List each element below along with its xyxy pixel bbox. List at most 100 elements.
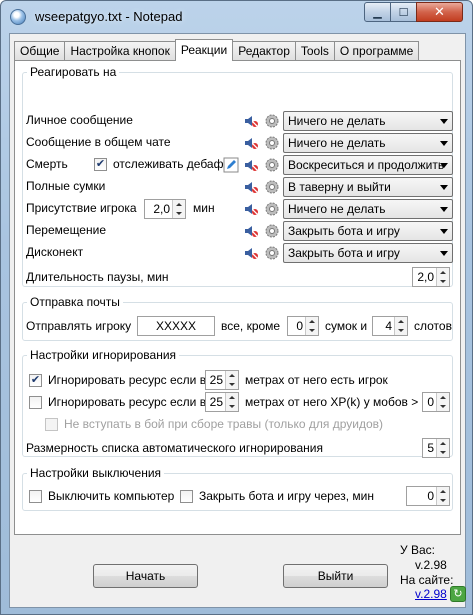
gear-icon[interactable] [264, 245, 280, 261]
spin-arrows-icon[interactable] [394, 317, 407, 335]
chevron-down-icon [440, 251, 448, 256]
refresh-icon[interactable]: ↻ [450, 586, 466, 602]
full-bags-label: Полные сумки [26, 179, 106, 193]
gear-icon[interactable] [264, 113, 280, 129]
mob-xp-spinner[interactable]: 0 [422, 392, 450, 412]
disconnect-label: Дисконект [26, 245, 84, 259]
shutdown-pc-label: Выключить компьютер [48, 489, 175, 503]
start-button[interactable]: Начать [93, 564, 198, 588]
current-version: v.2.98 [415, 558, 447, 572]
chevron-down-icon [440, 207, 448, 212]
mob-xp-value: 0 [427, 395, 434, 409]
disconnect-action-select[interactable]: Закрыть бота и игру [283, 243, 453, 263]
full-bags-action-select[interactable]: В таверну и выйти [283, 177, 453, 197]
spin-arrows-icon[interactable] [436, 268, 449, 286]
no-combat-herbs-label: Не вступать в бой при сборе травы (тольк… [64, 417, 383, 431]
ignore-legend: Настройки игнорирования [30, 348, 177, 362]
private-message-label: Личное сообщение [26, 113, 133, 127]
sound-mute-icon[interactable] [243, 245, 259, 261]
spin-arrows-icon[interactable] [436, 487, 449, 505]
spin-arrows-icon[interactable] [305, 317, 318, 335]
pause-spinner[interactable]: 2,0 [412, 267, 450, 287]
gear-icon[interactable] [264, 157, 280, 173]
shutdown-pc-checkbox[interactable] [29, 490, 42, 503]
player-presence-value: 2,0 [153, 202, 170, 216]
select-value: Ничего не делать [288, 202, 386, 216]
sound-mute-icon[interactable] [243, 201, 259, 217]
mail-legend: Отправка почты [30, 295, 120, 309]
send-to-player-label: Отправлять игроку [26, 319, 132, 333]
slots-spinner[interactable]: 4 [372, 316, 408, 336]
sound-mute-icon[interactable] [243, 113, 259, 129]
gear-icon[interactable] [264, 223, 280, 239]
close-bot-timer-checkbox[interactable] [180, 490, 193, 503]
ignore-mob-xp-label: Игнорировать ресурс если в [48, 395, 207, 409]
sound-mute-icon[interactable] [243, 179, 259, 195]
spin-arrows-icon[interactable] [225, 371, 238, 389]
private-message-action-select[interactable]: Ничего не делать [283, 111, 453, 131]
chevron-down-icon [440, 141, 448, 146]
sound-mute-icon[interactable] [243, 157, 259, 173]
tab-tools[interactable]: Tools [294, 41, 335, 61]
gear-icon[interactable] [264, 135, 280, 151]
bags-spinner[interactable]: 0 [287, 316, 319, 336]
track-debuff-label: отслеживать дебаф [113, 157, 224, 171]
maximize-icon: ☐ [398, 6, 409, 19]
close-button[interactable]: ✕ [416, 2, 463, 22]
spin-arrows-icon[interactable] [436, 393, 449, 411]
death-action-select[interactable]: Воскреситься и продолжить [283, 155, 453, 175]
app-icon [10, 9, 26, 25]
ignore-player-checkbox[interactable]: ✔ [29, 374, 42, 387]
ignore-player-label: Игнорировать ресурс если в [48, 373, 207, 387]
ignore-player-distance-value: 25 [209, 373, 223, 387]
ignore-player-distance-spinner[interactable]: 25 [205, 370, 239, 390]
player-presence-spinner[interactable]: 2,0 [144, 199, 186, 219]
select-value: Закрыть бота и игру [288, 246, 400, 260]
ignore-mob-xp-checkbox[interactable] [29, 396, 42, 409]
close-bot-timer-value: 0 [427, 489, 434, 503]
maximize-button[interactable]: ☐ [390, 2, 417, 22]
chevron-down-icon [440, 185, 448, 190]
general-chat-action-select[interactable]: Ничего не делать [283, 133, 453, 153]
ignore-list-size-spinner[interactable]: 5 [422, 438, 450, 458]
player-presence-label: Присутствие игрока [26, 201, 137, 215]
site-version-link[interactable]: v.2.98 [415, 587, 447, 601]
window-title: wseepatgyo.txt - Notepad [35, 9, 183, 24]
slots-value: 4 [385, 319, 392, 333]
close-icon: ✕ [434, 4, 445, 19]
tab-reactions[interactable]: Реакции [174, 39, 234, 61]
tab-button-settings[interactable]: Настройка кнопок [64, 41, 176, 61]
player-name-input[interactable]: XXXXX [137, 316, 215, 336]
spin-arrows-icon[interactable] [172, 200, 185, 218]
player-presence-action-select[interactable]: Ничего не делать [283, 199, 453, 219]
slots-label: слотов [414, 319, 452, 333]
ignore-mob-distance-spinner[interactable]: 25 [205, 392, 239, 412]
sound-mute-icon[interactable] [243, 135, 259, 151]
movement-action-select[interactable]: Закрыть бота и игру [283, 221, 453, 241]
chevron-down-icon [440, 229, 448, 234]
edit-icon[interactable] [223, 157, 239, 173]
gear-icon[interactable] [264, 201, 280, 217]
sound-mute-icon[interactable] [243, 223, 259, 239]
chevron-down-icon [440, 163, 448, 168]
pause-label: Длительность паузы, мин [26, 270, 169, 284]
minimize-button[interactable]: ▁ [364, 2, 391, 22]
select-value: Ничего не делать [288, 136, 386, 150]
tab-general[interactable]: Общие [14, 41, 66, 61]
title-bar[interactable]: wseepatgyo.txt - Notepad ▁ ☐ ✕ [1, 1, 472, 33]
tab-editor[interactable]: Редактор [232, 41, 296, 61]
close-bot-timer-spinner[interactable]: 0 [406, 486, 450, 506]
exit-button[interactable]: Выйти [283, 564, 388, 588]
no-combat-herbs-checkbox[interactable] [45, 418, 58, 431]
client-area: Общие Настройка кнопок Реакции Редактор … [9, 33, 466, 608]
track-debuff-checkbox[interactable]: ✔ [94, 158, 107, 171]
spin-arrows-icon[interactable] [225, 393, 238, 411]
tab-about[interactable]: О программе [333, 41, 420, 61]
all-except-label: все, кроме [221, 319, 281, 333]
movement-label: Перемещение [26, 223, 106, 237]
gear-icon[interactable] [264, 179, 280, 195]
app-window: wseepatgyo.txt - Notepad ▁ ☐ ✕ Общие Нас… [0, 0, 473, 615]
react-legend: Реагировать на [30, 65, 117, 79]
spin-arrows-icon[interactable] [436, 439, 449, 457]
ignore-mob-distance-value: 25 [209, 395, 223, 409]
